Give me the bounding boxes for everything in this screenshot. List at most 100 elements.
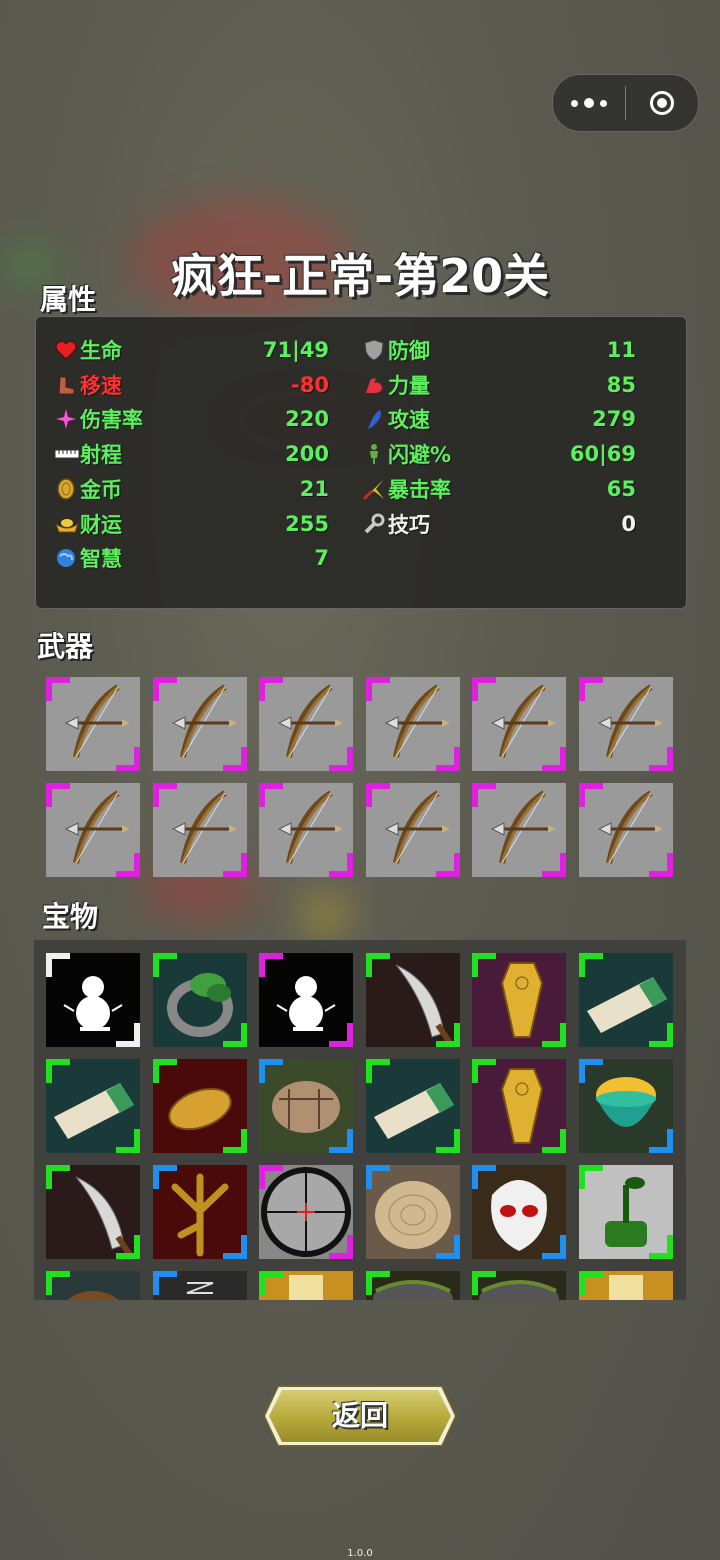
stat-name: 金币 [80,477,122,502]
coffin-slot[interactable] [472,953,567,1047]
weapon-slot[interactable] [579,677,673,771]
skull-mask-slot[interactable] [472,1165,567,1259]
rarity-corner [365,1165,390,1189]
stat-value: 7 [314,546,329,571]
rarity-corner [152,953,177,977]
scroll-slot[interactable] [259,1271,354,1300]
stat-name: 力量 [388,373,430,398]
back-button[interactable]: 返回 [262,1384,458,1448]
figure-icon [362,442,386,466]
scope-slot[interactable] [259,1165,354,1259]
rarity-corner [259,953,284,977]
weapons-label: 武器 [37,630,94,663]
bread-slot[interactable] [152,1059,247,1153]
rarity-corner [222,747,247,771]
weapon-slot[interactable] [259,677,354,771]
rock-golem-slot[interactable] [259,1059,354,1153]
rarity-corner [579,677,603,701]
knife-slot[interactable] [365,953,460,1047]
more-dots-icon[interactable] [553,75,625,131]
rarity-corner [259,783,284,807]
rarity-corner [46,1059,70,1083]
rarity-corner [649,1129,673,1153]
spring-slot[interactable] [152,1271,247,1300]
stat-value: 255 [285,511,329,536]
rarity-corner [542,853,567,877]
weapon-slot[interactable] [579,783,673,877]
rarity-corner [649,747,673,771]
stat-row-stats_right: 技巧 0 [362,507,636,541]
rarity-corner [542,1235,567,1259]
stat-name: 防御 [388,339,430,363]
rarity-corner [472,1059,497,1083]
weapon-slot[interactable] [259,783,354,877]
scroll-slot[interactable] [579,1271,673,1300]
stat-value: 60|69 [569,442,636,467]
gold-pot-slot[interactable] [579,1059,673,1153]
rarity-corner [329,747,354,771]
snowman-slot[interactable] [46,953,140,1047]
weapon-slot[interactable] [46,677,140,771]
rarity-corner [152,783,177,807]
rarity-corner [152,1059,177,1083]
sparkle-icon [54,407,78,431]
rarity-corner [435,1023,460,1047]
stat-value: 11 [606,338,636,362]
stat-row-stats_right: 力量 85 [362,368,636,402]
wood-slice-slot[interactable] [365,1165,460,1259]
weapon-slot[interactable] [365,783,460,877]
ticket-slot[interactable] [579,953,673,1047]
shield-icon [362,338,386,362]
ticket-slot[interactable] [365,1059,460,1153]
rarity-corner [259,1059,284,1083]
weapon-slot[interactable] [46,783,140,877]
rarity-corner [435,1235,460,1259]
rarity-corner [435,853,460,877]
boot-icon [54,373,78,397]
stat-name: 技巧 [388,512,430,537]
rarity-corner [259,677,284,701]
claw-slot[interactable] [152,1165,247,1259]
weapon-slot[interactable] [472,783,567,877]
rarity-corner [222,1129,247,1153]
target-circle-icon[interactable] [626,75,698,131]
stat-value: 85 [606,372,636,397]
stat-value: 65 [606,476,636,501]
rarity-corner [435,747,460,771]
treasures-label: 宝物 [42,900,99,933]
rarity-corner [579,1059,603,1083]
coffin-slot[interactable] [472,1059,567,1153]
snowman-slot[interactable] [259,953,354,1047]
weapon-slot[interactable] [152,783,247,877]
ruler-icon [54,442,80,466]
ticket-slot[interactable] [46,1059,140,1153]
leaf-ring-slot[interactable] [152,953,247,1047]
rarity-corner [579,783,603,807]
stat-name: 暴击率 [388,477,451,502]
treasures-panel[interactable] [34,940,686,1300]
rarity-corner [329,853,354,877]
nut-slot[interactable] [46,1271,140,1300]
cauldron-slot[interactable] [365,1271,460,1300]
rarity-corner [329,1235,354,1259]
weapon-slot[interactable] [365,677,460,771]
rarity-corner [365,783,390,807]
stat-value: 0 [621,511,636,536]
stat-row-stats_right: 防御 11 [362,333,636,367]
version-label: 1.0.0 [347,1548,373,1559]
cauldron-slot[interactable] [472,1271,567,1300]
rarity-corner [222,1023,247,1047]
weapon-slot[interactable] [152,677,247,771]
heart-icon [54,338,78,362]
weapon-slot[interactable] [472,677,567,771]
stat-value: -80 [291,372,329,397]
rarity-corner [46,1165,70,1189]
grinder-slot[interactable] [579,1165,673,1259]
rarity-corner [116,1235,140,1259]
stat-name: 闪避% [388,443,452,468]
rarity-corner [152,1165,177,1189]
knife-slot[interactable] [46,1165,140,1259]
rarity-corner [542,747,567,771]
rarity-corner [542,1129,567,1153]
rarity-corner [329,1023,354,1047]
